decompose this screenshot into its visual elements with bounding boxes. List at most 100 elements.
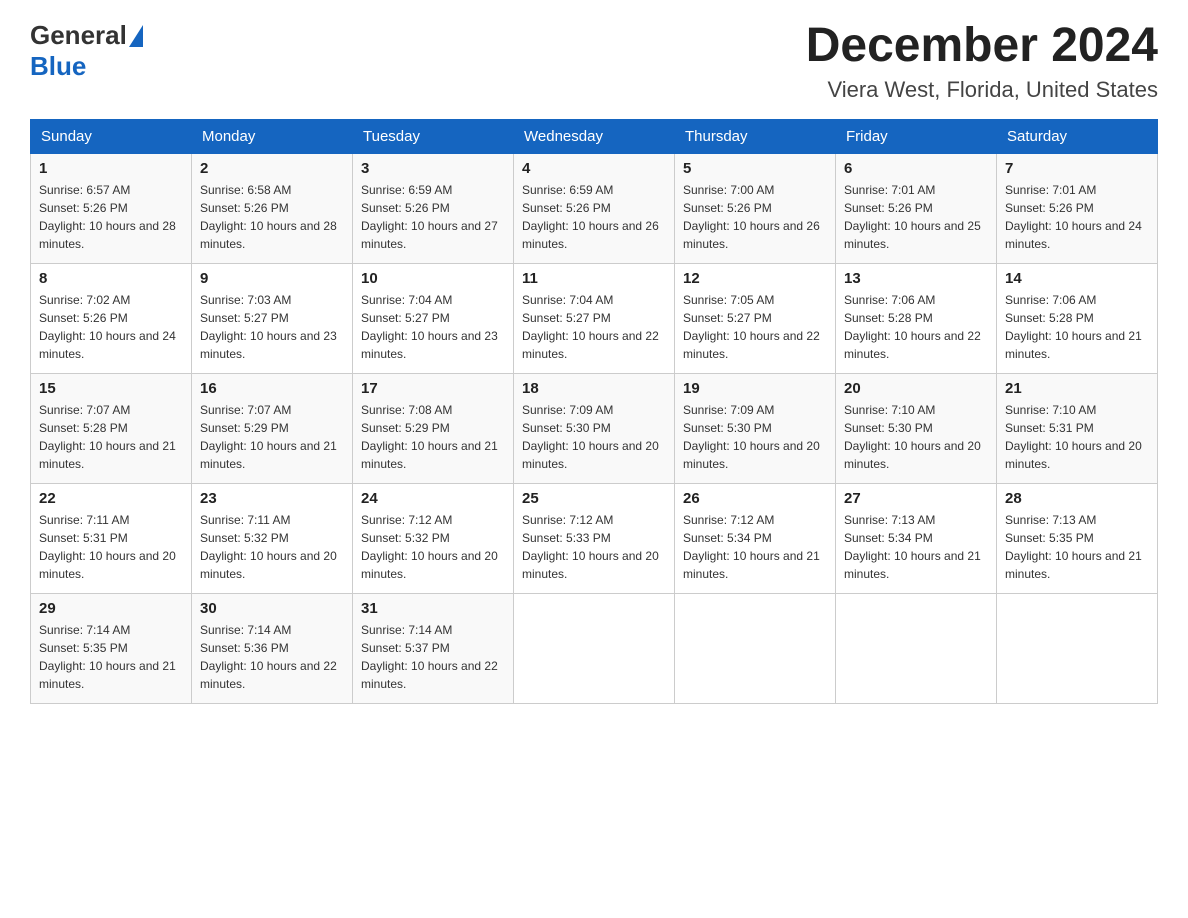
calendar-day-cell: 4 Sunrise: 6:59 AMSunset: 5:26 PMDaylight… <box>514 153 675 263</box>
day-info: Sunrise: 7:13 AMSunset: 5:35 PMDaylight:… <box>1005 511 1149 583</box>
day-number: 1 <box>39 160 183 177</box>
day-info: Sunrise: 7:07 AMSunset: 5:29 PMDaylight:… <box>200 401 344 473</box>
calendar-day-cell: 17 Sunrise: 7:08 AMSunset: 5:29 PMDayligh… <box>353 373 514 483</box>
calendar-day-cell: 16Sunrise: 7:07 AMSunset: 5:29 PMDayligh… <box>192 373 353 483</box>
day-info: Sunrise: 7:14 AMSunset: 5:36 PMDaylight:… <box>200 621 344 693</box>
day-number: 14 <box>1005 270 1149 287</box>
calendar-day-cell: 10 Sunrise: 7:04 AMSunset: 5:27 PMDayligh… <box>353 263 514 373</box>
calendar-day-cell: 9Sunrise: 7:03 AMSunset: 5:27 PMDaylight… <box>192 263 353 373</box>
day-info: Sunrise: 7:08 AMSunset: 5:29 PMDaylight:… <box>361 401 505 473</box>
day-info: Sunrise: 6:57 AMSunset: 5:26 PMDaylight:… <box>39 181 183 253</box>
day-number: 19 <box>683 380 827 397</box>
calendar-day-cell <box>514 593 675 703</box>
day-info: Sunrise: 7:11 AMSunset: 5:31 PMDaylight:… <box>39 511 183 583</box>
day-info: Sunrise: 7:11 AMSunset: 5:32 PMDaylight:… <box>200 511 344 583</box>
day-info: Sunrise: 7:14 AMSunset: 5:37 PMDaylight:… <box>361 621 505 693</box>
calendar-day-cell: 2 Sunrise: 6:58 AMSunset: 5:26 PMDaylight… <box>192 153 353 263</box>
day-number: 7 <box>1005 160 1149 177</box>
day-number: 27 <box>844 490 988 507</box>
day-info: Sunrise: 7:05 AMSunset: 5:27 PMDaylight:… <box>683 291 827 363</box>
calendar-day-cell: 6 Sunrise: 7:01 AMSunset: 5:26 PMDaylight… <box>836 153 997 263</box>
day-info: Sunrise: 7:04 AMSunset: 5:27 PMDaylight:… <box>361 291 505 363</box>
day-number: 15 <box>39 380 183 397</box>
calendar-day-cell: 15 Sunrise: 7:07 AMSunset: 5:28 PMDayligh… <box>31 373 192 483</box>
calendar-day-cell: 8 Sunrise: 7:02 AMSunset: 5:26 PMDaylight… <box>31 263 192 373</box>
day-info: Sunrise: 7:10 AMSunset: 5:31 PMDaylight:… <box>1005 401 1149 473</box>
day-number: 9 <box>200 270 344 287</box>
day-number: 12 <box>683 270 827 287</box>
calendar-day-cell: 5Sunrise: 7:00 AMSunset: 5:26 PMDaylight… <box>675 153 836 263</box>
calendar-day-cell: 25 Sunrise: 7:12 AMSunset: 5:33 PMDayligh… <box>514 483 675 593</box>
day-number: 8 <box>39 270 183 287</box>
calendar-day-cell <box>675 593 836 703</box>
logo: General Blue <box>30 20 143 82</box>
calendar-day-cell: 31Sunrise: 7:14 AMSunset: 5:37 PMDayligh… <box>353 593 514 703</box>
day-info: Sunrise: 7:12 AMSunset: 5:34 PMDaylight:… <box>683 511 827 583</box>
logo-blue-text: Blue <box>30 51 86 81</box>
day-number: 17 <box>361 380 505 397</box>
day-number: 24 <box>361 490 505 507</box>
logo-triangle-icon <box>129 25 143 47</box>
calendar-day-cell: 22 Sunrise: 7:11 AMSunset: 5:31 PMDayligh… <box>31 483 192 593</box>
day-number: 13 <box>844 270 988 287</box>
calendar-week-row: 22 Sunrise: 7:11 AMSunset: 5:31 PMDayligh… <box>31 483 1158 593</box>
calendar-day-cell: 7 Sunrise: 7:01 AMSunset: 5:26 PMDaylight… <box>997 153 1158 263</box>
logo-general-text: General <box>30 20 127 51</box>
calendar-day-cell: 11Sunrise: 7:04 AMSunset: 5:27 PMDayligh… <box>514 263 675 373</box>
day-info: Sunrise: 7:13 AMSunset: 5:34 PMDaylight:… <box>844 511 988 583</box>
day-info: Sunrise: 7:09 AMSunset: 5:30 PMDaylight:… <box>683 401 827 473</box>
day-number: 18 <box>522 380 666 397</box>
day-number: 30 <box>200 600 344 617</box>
day-number: 11 <box>522 270 666 287</box>
day-info: Sunrise: 7:09 AMSunset: 5:30 PMDaylight:… <box>522 401 666 473</box>
day-info: Sunrise: 6:59 AMSunset: 5:26 PMDaylight:… <box>522 181 666 253</box>
day-info: Sunrise: 7:02 AMSunset: 5:26 PMDaylight:… <box>39 291 183 363</box>
day-number: 22 <box>39 490 183 507</box>
day-number: 23 <box>200 490 344 507</box>
day-number: 2 <box>200 160 344 177</box>
calendar-week-row: 15 Sunrise: 7:07 AMSunset: 5:28 PMDayligh… <box>31 373 1158 483</box>
day-info: Sunrise: 7:12 AMSunset: 5:33 PMDaylight:… <box>522 511 666 583</box>
calendar-week-row: 29 Sunrise: 7:14 AMSunset: 5:35 PMDayligh… <box>31 593 1158 703</box>
day-info: Sunrise: 7:07 AMSunset: 5:28 PMDaylight:… <box>39 401 183 473</box>
calendar-table: SundayMondayTuesdayWednesdayThursdayFrid… <box>30 119 1158 704</box>
day-info: Sunrise: 7:01 AMSunset: 5:26 PMDaylight:… <box>844 181 988 253</box>
calendar-week-row: 1 Sunrise: 6:57 AMSunset: 5:26 PMDaylight… <box>31 153 1158 263</box>
calendar-day-cell: 18 Sunrise: 7:09 AMSunset: 5:30 PMDayligh… <box>514 373 675 483</box>
day-info: Sunrise: 6:58 AMSunset: 5:26 PMDaylight:… <box>200 181 344 253</box>
day-number: 4 <box>522 160 666 177</box>
weekday-header: Thursday <box>675 119 836 153</box>
day-number: 29 <box>39 600 183 617</box>
calendar-day-cell: 14 Sunrise: 7:06 AMSunset: 5:28 PMDayligh… <box>997 263 1158 373</box>
calendar-day-cell: 23 Sunrise: 7:11 AMSunset: 5:32 PMDayligh… <box>192 483 353 593</box>
calendar-body: 1 Sunrise: 6:57 AMSunset: 5:26 PMDaylight… <box>31 153 1158 703</box>
calendar-subtitle: Viera West, Florida, United States <box>806 77 1158 103</box>
day-number: 6 <box>844 160 988 177</box>
calendar-day-cell <box>836 593 997 703</box>
day-number: 28 <box>1005 490 1149 507</box>
page-header: General Blue December 2024 Viera West, F… <box>30 20 1158 103</box>
calendar-week-row: 8 Sunrise: 7:02 AMSunset: 5:26 PMDaylight… <box>31 263 1158 373</box>
day-number: 25 <box>522 490 666 507</box>
calendar-day-cell: 26Sunrise: 7:12 AMSunset: 5:34 PMDayligh… <box>675 483 836 593</box>
day-info: Sunrise: 7:00 AMSunset: 5:26 PMDaylight:… <box>683 181 827 253</box>
calendar-day-cell: 21Sunrise: 7:10 AMSunset: 5:31 PMDayligh… <box>997 373 1158 483</box>
calendar-header: SundayMondayTuesdayWednesdayThursdayFrid… <box>31 119 1158 153</box>
calendar-day-cell: 13Sunrise: 7:06 AMSunset: 5:28 PMDayligh… <box>836 263 997 373</box>
weekday-header: Sunday <box>31 119 192 153</box>
calendar-day-cell: 3Sunrise: 6:59 AMSunset: 5:26 PMDaylight… <box>353 153 514 263</box>
calendar-day-cell: 29 Sunrise: 7:14 AMSunset: 5:35 PMDayligh… <box>31 593 192 703</box>
day-info: Sunrise: 7:14 AMSunset: 5:35 PMDaylight:… <box>39 621 183 693</box>
day-info: Sunrise: 7:06 AMSunset: 5:28 PMDaylight:… <box>1005 291 1149 363</box>
day-number: 10 <box>361 270 505 287</box>
calendar-day-cell: 19 Sunrise: 7:09 AMSunset: 5:30 PMDayligh… <box>675 373 836 483</box>
weekday-header: Friday <box>836 119 997 153</box>
weekday-header: Wednesday <box>514 119 675 153</box>
calendar-day-cell: 1 Sunrise: 6:57 AMSunset: 5:26 PMDaylight… <box>31 153 192 263</box>
day-info: Sunrise: 7:12 AMSunset: 5:32 PMDaylight:… <box>361 511 505 583</box>
weekday-header: Tuesday <box>353 119 514 153</box>
calendar-day-cell <box>997 593 1158 703</box>
calendar-title: December 2024 <box>806 20 1158 73</box>
day-info: Sunrise: 7:01 AMSunset: 5:26 PMDaylight:… <box>1005 181 1149 253</box>
weekday-header: Monday <box>192 119 353 153</box>
